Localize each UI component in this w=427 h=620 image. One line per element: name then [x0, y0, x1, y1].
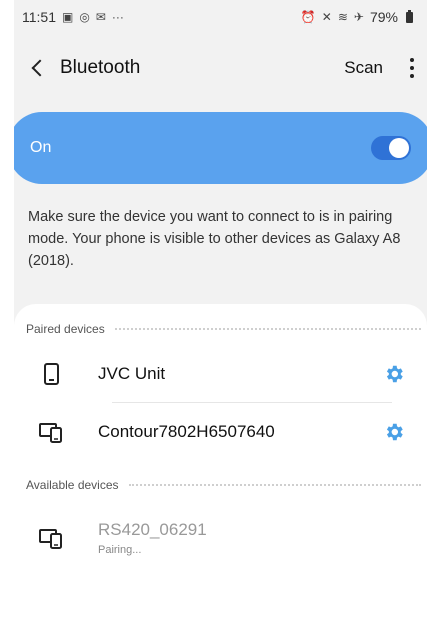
battery-icon: [406, 9, 413, 23]
more-options-icon[interactable]: [407, 57, 417, 79]
page-title: Bluetooth: [60, 57, 141, 78]
status-bar: 11:51 ▣ ◎ ✉ ··· ⏰ ✕ ≋ ✈ 79%: [14, 0, 427, 34]
airplane-icon: ✈: [353, 10, 364, 24]
wifi-icon: ≋: [337, 10, 348, 24]
bluetooth-toggle-row[interactable]: On: [14, 112, 427, 184]
mail-notification-icon: ✉: [95, 10, 106, 24]
torn-edge: [0, 588, 427, 620]
row-divider: [112, 402, 392, 403]
device-name: JVC Unit: [98, 364, 166, 383]
toggle-label: On: [30, 139, 52, 156]
paired-devices-header: Paired devices: [26, 320, 421, 338]
settings-gear-icon[interactable]: [383, 363, 405, 385]
scan-button[interactable]: Scan: [344, 58, 383, 78]
battery-percent: 79%: [369, 9, 398, 25]
alarm-icon: ⏰: [300, 10, 316, 24]
phone-screen: 11:51 ▣ ◎ ✉ ··· ⏰ ✕ ≋ ✈ 79% Bluetooth Sc…: [14, 0, 427, 618]
computer-icon: [36, 417, 66, 447]
settings-gear-icon[interactable]: [383, 421, 405, 443]
device-name: Contour7802H6507640: [98, 422, 275, 441]
back-arrow-icon[interactable]: [28, 58, 48, 78]
available-devices-label: Available devices: [26, 478, 119, 492]
gallery-notification-icon: ▣: [62, 10, 74, 24]
devices-card: Paired devices JVC Unit Contour7802H6507…: [14, 304, 427, 618]
status-time: 11:51: [22, 9, 56, 25]
device-row-contour[interactable]: Contour7802H6507640: [14, 404, 427, 460]
whatsapp-notification-icon: ◎: [79, 10, 90, 24]
phone-icon: [36, 359, 66, 389]
device-name: RS420_06291: [98, 520, 207, 539]
pairing-status: Pairing...: [98, 544, 142, 556]
header-divider: [128, 484, 421, 486]
more-notifications-icon: ···: [111, 10, 124, 24]
pairing-hint: Make sure the device you want to connect…: [28, 209, 401, 269]
mute-icon: ✕: [321, 10, 332, 24]
computer-icon: [36, 523, 66, 553]
header-divider: [114, 328, 421, 330]
switch-knob: [389, 138, 409, 158]
device-row-jvc-unit[interactable]: JVC Unit: [14, 346, 427, 402]
paired-devices-label: Paired devices: [26, 322, 105, 336]
bluetooth-switch[interactable]: [371, 136, 411, 160]
device-row-rs420[interactable]: RS420_06291 Pairing...: [14, 512, 427, 564]
app-bar: Bluetooth Scan: [14, 46, 427, 90]
available-devices-header: Available devices: [26, 476, 421, 494]
device-text-block: RS420_06291 Pairing...: [98, 520, 405, 556]
